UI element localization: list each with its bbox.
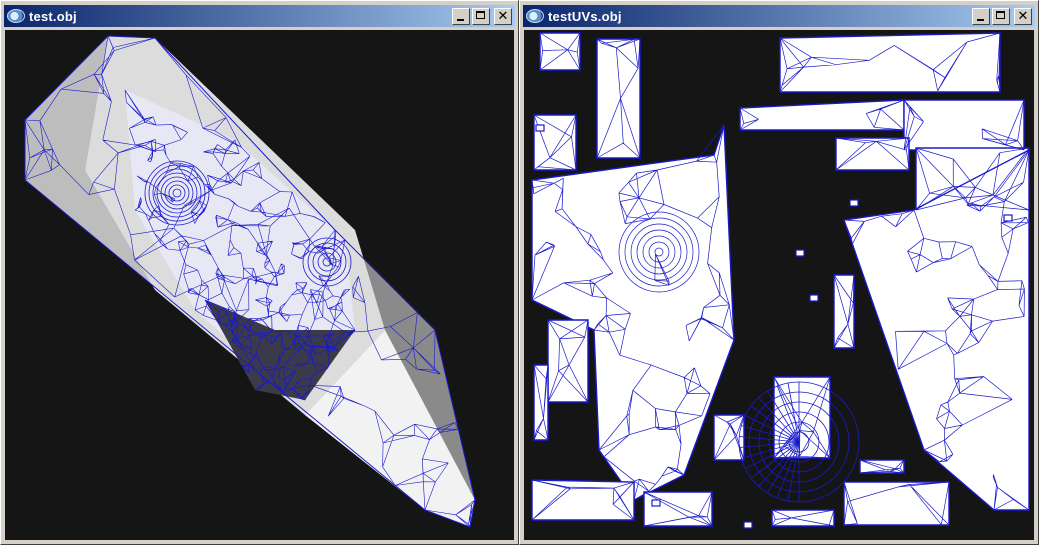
- uv-fragment: [809, 294, 819, 302]
- uv-viewport[interactable]: [524, 30, 1034, 540]
- uv-fragment: [651, 499, 661, 507]
- close-button[interactable]: ✕: [494, 7, 512, 25]
- uv-island: [773, 376, 831, 459]
- minimize-button[interactable]: [452, 7, 470, 25]
- uv-island: [643, 491, 713, 527]
- minimize-button[interactable]: [972, 7, 990, 25]
- uv-island: [739, 99, 905, 131]
- app-icon[interactable]: [7, 9, 25, 23]
- uv-fragment: [1003, 214, 1013, 222]
- uv-fragment: [849, 199, 859, 207]
- model-window-titlebar[interactable]: test.obj ✕: [4, 5, 515, 27]
- window-title: test.obj: [29, 8, 77, 24]
- close-button[interactable]: ✕: [1014, 7, 1032, 25]
- uv-layout-render: [531, 32, 1030, 529]
- uv-fragment: [743, 521, 753, 529]
- maximize-button[interactable]: [472, 7, 490, 25]
- app-icon[interactable]: [526, 9, 544, 23]
- uv-window-titlebar[interactable]: testUVs.obj ✕: [523, 5, 1035, 27]
- uv-fragment: [535, 124, 545, 132]
- uv-island: [533, 114, 577, 171]
- window-title: testUVs.obj: [548, 8, 622, 24]
- uv-island: [835, 137, 910, 171]
- uv-island: [531, 124, 735, 501]
- uv-island: [596, 38, 641, 159]
- uv-island: [779, 32, 1001, 93]
- maximize-button[interactable]: [992, 7, 1010, 25]
- uv-island: [531, 479, 635, 521]
- uv-island: [903, 99, 1025, 151]
- model-window: test.obj ✕: [0, 0, 519, 545]
- 3d-viewport[interactable]: [5, 30, 514, 540]
- uv-window: testUVs.obj ✕: [519, 0, 1039, 545]
- uv-island: [771, 509, 835, 527]
- mesh-render: [24, 35, 476, 528]
- uv-island: [843, 481, 950, 526]
- uv-fragment: [795, 249, 805, 257]
